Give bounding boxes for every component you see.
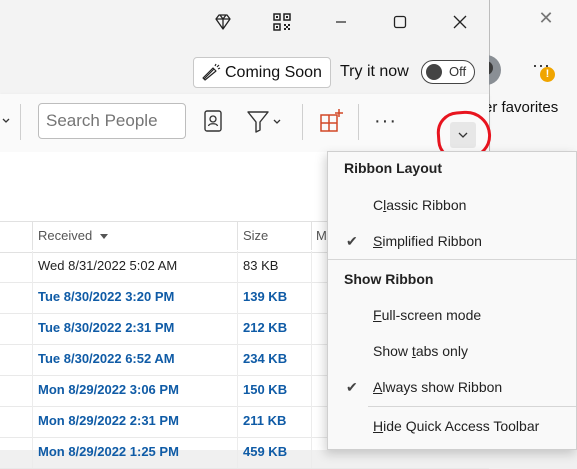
size-cell: 211 KB xyxy=(243,413,287,428)
sort-descending-icon xyxy=(99,229,109,244)
column-divider xyxy=(32,406,33,437)
column-divider xyxy=(237,344,238,375)
column-divider xyxy=(32,344,33,375)
ribbon-layout-heading: Ribbon Layout xyxy=(344,160,442,176)
size-cell: 150 KB xyxy=(243,382,288,397)
new-group-icon[interactable] xyxy=(318,108,344,134)
minimize-icon[interactable] xyxy=(329,10,353,34)
size-cell: 212 KB xyxy=(243,320,288,335)
size-cell: 459 KB xyxy=(243,444,288,459)
received-cell: Mon 8/29/2022 2:31 PM xyxy=(38,413,179,428)
received-cell: Tue 8/30/2022 2:31 PM xyxy=(38,320,175,335)
received-cell: Mon 8/29/2022 3:06 PM xyxy=(38,382,179,397)
column-divider xyxy=(32,282,33,313)
column-divider xyxy=(32,251,33,282)
title-bar xyxy=(0,0,489,46)
ribbon-separator xyxy=(20,104,21,140)
ribbon-separator xyxy=(358,104,359,140)
close-icon[interactable] xyxy=(448,10,472,34)
column-divider xyxy=(311,251,312,282)
coming-soon-label: Coming Soon xyxy=(225,63,322,81)
received-cell: Mon 8/29/2022 1:25 PM xyxy=(38,444,179,459)
menu-item-full-screen-mode[interactable]: Full-screen mode xyxy=(373,307,481,323)
maximize-icon[interactable] xyxy=(388,10,412,34)
column-divider xyxy=(311,222,312,250)
column-header-size[interactable]: Size xyxy=(243,228,268,243)
column-divider xyxy=(237,375,238,406)
received-header-label: Received xyxy=(38,228,93,243)
search-people-input[interactable] xyxy=(38,103,186,139)
column-divider xyxy=(32,222,33,250)
coming-soon-button[interactable]: Coming Soon xyxy=(193,57,331,88)
column-header-received[interactable]: Received xyxy=(38,228,109,244)
column-divider xyxy=(311,375,312,406)
size-cell: 139 KB xyxy=(243,289,288,304)
menu-item-always-show-ribbon[interactable]: Always show Ribbon xyxy=(373,379,502,395)
toggle-knob xyxy=(426,64,442,80)
show-ribbon-heading: Show Ribbon xyxy=(344,271,434,287)
column-divider xyxy=(237,406,238,437)
size-cell: 83 KB xyxy=(243,258,279,273)
column-divider xyxy=(237,251,238,282)
side-close-icon[interactable]: ✕ xyxy=(536,8,556,28)
menu-item-simplified-ribbon[interactable]: Simplified Ribbon xyxy=(373,233,482,249)
column-divider xyxy=(237,282,238,313)
column-divider xyxy=(237,313,238,344)
column-divider xyxy=(237,437,238,468)
try-it-now-toggle[interactable]: Off xyxy=(421,60,475,84)
size-cell: 234 KB xyxy=(243,351,288,366)
menu-item-show-tabs-only[interactable]: Show tabs only xyxy=(373,343,468,359)
column-divider xyxy=(32,375,33,406)
try-it-now-label: Try it now xyxy=(340,63,409,80)
menu-item-hide-quick-access-toolbar[interactable]: Hide Quick Access Toolbar xyxy=(373,418,539,434)
toggle-state-label: Off xyxy=(449,64,467,79)
received-cell: Tue 8/30/2022 3:20 PM xyxy=(38,289,175,304)
column-divider xyxy=(311,344,312,375)
filter-icon[interactable] xyxy=(246,109,286,135)
received-cell: Tue 8/30/2022 6:52 AM xyxy=(38,351,175,366)
column-header-mentions[interactable]: M xyxy=(316,228,327,243)
column-divider xyxy=(32,313,33,344)
column-divider xyxy=(311,406,312,437)
diamond-icon[interactable] xyxy=(211,10,235,34)
notification-icon[interactable]: ··· ! xyxy=(530,56,556,84)
menu-divider xyxy=(368,406,576,407)
checkmark-icon: ✔ xyxy=(346,379,358,395)
column-divider xyxy=(311,437,312,468)
qr-code-icon[interactable] xyxy=(270,10,294,34)
megaphone-icon xyxy=(201,63,221,83)
column-divider xyxy=(32,437,33,468)
menu-item-classic-ribbon[interactable]: Classic Ribbon xyxy=(373,197,466,213)
checkmark-icon: ✔ xyxy=(346,233,358,249)
column-divider xyxy=(311,313,312,344)
received-cell: Wed 8/31/2022 5:02 AM xyxy=(38,258,178,273)
favorites-label[interactable]: er favorites xyxy=(484,99,558,116)
ribbon-separator xyxy=(302,104,303,140)
more-icon[interactable]: ··· xyxy=(374,110,397,133)
address-book-icon[interactable] xyxy=(201,109,227,135)
column-divider xyxy=(237,222,238,250)
menu-divider xyxy=(328,259,576,260)
column-divider xyxy=(311,282,312,313)
ribbon-dropdown-chevron-icon[interactable] xyxy=(1,113,11,131)
